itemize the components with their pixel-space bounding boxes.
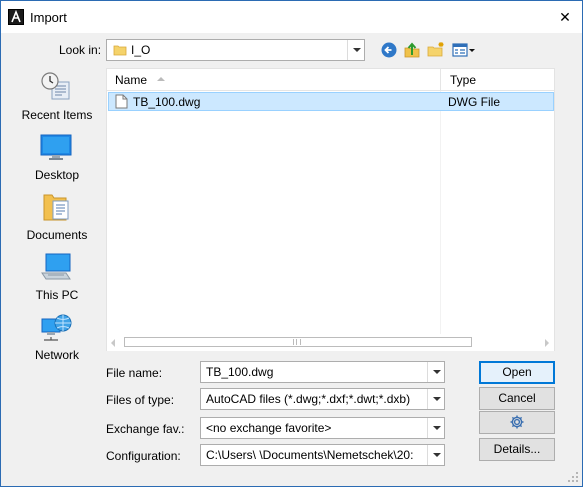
file-icon — [115, 94, 128, 109]
scrollbar-thumb[interactable] — [124, 337, 472, 347]
place-label: Desktop — [34, 168, 80, 182]
cancel-button[interactable]: Cancel — [479, 387, 555, 410]
window-title: Import — [30, 10, 67, 25]
place-label: Network — [34, 348, 79, 362]
this-pc-icon — [41, 253, 71, 280]
exchange-favorite-combobox[interactable]: <no exchange favorite> — [200, 417, 445, 439]
settings-button[interactable] — [479, 411, 555, 434]
resize-grip-icon[interactable] — [567, 471, 579, 483]
scroll-left-icon[interactable] — [111, 339, 115, 347]
chevron-down-icon[interactable] — [427, 445, 444, 465]
place-label: Documents — [26, 228, 88, 242]
view-menu-icon[interactable] — [452, 41, 476, 59]
documents-icon — [43, 194, 69, 221]
file-name: TB_100.dwg — [133, 95, 201, 109]
file-row[interactable]: TB_100.dwg DWG File — [108, 92, 554, 111]
chevron-down-icon[interactable] — [347, 40, 364, 60]
column-divider[interactable] — [440, 69, 441, 91]
place-label: Recent Items — [21, 108, 93, 122]
chevron-down-icon[interactable] — [427, 418, 444, 438]
place-recent-items[interactable]: Recent Items — [13, 71, 101, 129]
up-folder-icon[interactable] — [403, 41, 421, 59]
look-in-label: Look in: — [59, 43, 102, 57]
column-header-type[interactable]: Type — [450, 73, 476, 87]
file-name-combobox[interactable]: TB_100.dwg — [200, 361, 445, 383]
chevron-down-icon[interactable] — [427, 389, 444, 409]
configuration-value: C:\Users\ \Documents\Nemetschek\20: — [206, 448, 414, 462]
file-list-header: Name Type — [107, 69, 554, 91]
place-documents[interactable]: Documents — [13, 191, 101, 249]
gear-icon — [510, 415, 524, 429]
look-in-value: I_O — [131, 43, 151, 57]
exchange-fav-label: Exchange fav.: — [106, 422, 185, 436]
horizontal-scrollbar[interactable] — [107, 334, 554, 351]
column-gridline — [440, 91, 441, 335]
allplan-logo-icon — [8, 9, 24, 25]
details-button[interactable]: Details... — [479, 438, 555, 461]
file-name-label: File name: — [106, 366, 163, 380]
sort-ascending-icon — [157, 77, 165, 81]
file-name-value: TB_100.dwg — [206, 365, 274, 379]
folder-icon — [113, 45, 127, 56]
close-button[interactable]: ✕ — [554, 6, 576, 28]
configuration-label: Configuration: — [106, 449, 181, 463]
close-icon: ✕ — [559, 9, 571, 25]
desktop-icon — [40, 134, 72, 160]
import-dialog: Import ✕ Look in: I_O Recent Items Deskt… — [0, 0, 583, 487]
recent-items-icon — [41, 72, 70, 100]
place-label: This PC — [35, 288, 79, 302]
configuration-combobox[interactable]: C:\Users\ \Documents\Nemetschek\20: — [200, 444, 445, 466]
network-icon — [41, 314, 72, 341]
place-network[interactable]: Network — [13, 311, 101, 369]
files-of-type-label: Files of type: — [106, 393, 175, 407]
exchange-favorite-value: <no exchange favorite> — [206, 421, 332, 435]
chevron-down-icon[interactable] — [427, 362, 444, 382]
grip-icon — [293, 339, 301, 345]
files-of-type-value: AutoCAD files (*.dwg;*.dxf;*.dwt;*.dxb) — [206, 392, 411, 406]
file-list[interactable]: Name Type TB_100.dwg DWG File — [106, 68, 555, 351]
place-this-pc[interactable]: This PC — [13, 251, 101, 309]
new-folder-icon[interactable] — [427, 41, 445, 59]
files-of-type-combobox[interactable]: AutoCAD files (*.dwg;*.dxf;*.dwt;*.dxb) — [200, 388, 445, 410]
column-header-name[interactable]: Name — [115, 73, 147, 87]
open-button[interactable]: Open — [479, 361, 555, 384]
file-type: DWG File — [448, 95, 500, 109]
title-bar[interactable]: Import ✕ — [1, 1, 582, 33]
look-in-combobox[interactable]: I_O — [106, 39, 365, 61]
scroll-right-icon[interactable] — [545, 339, 549, 347]
back-icon[interactable] — [380, 41, 398, 59]
place-desktop[interactable]: Desktop — [13, 131, 101, 189]
